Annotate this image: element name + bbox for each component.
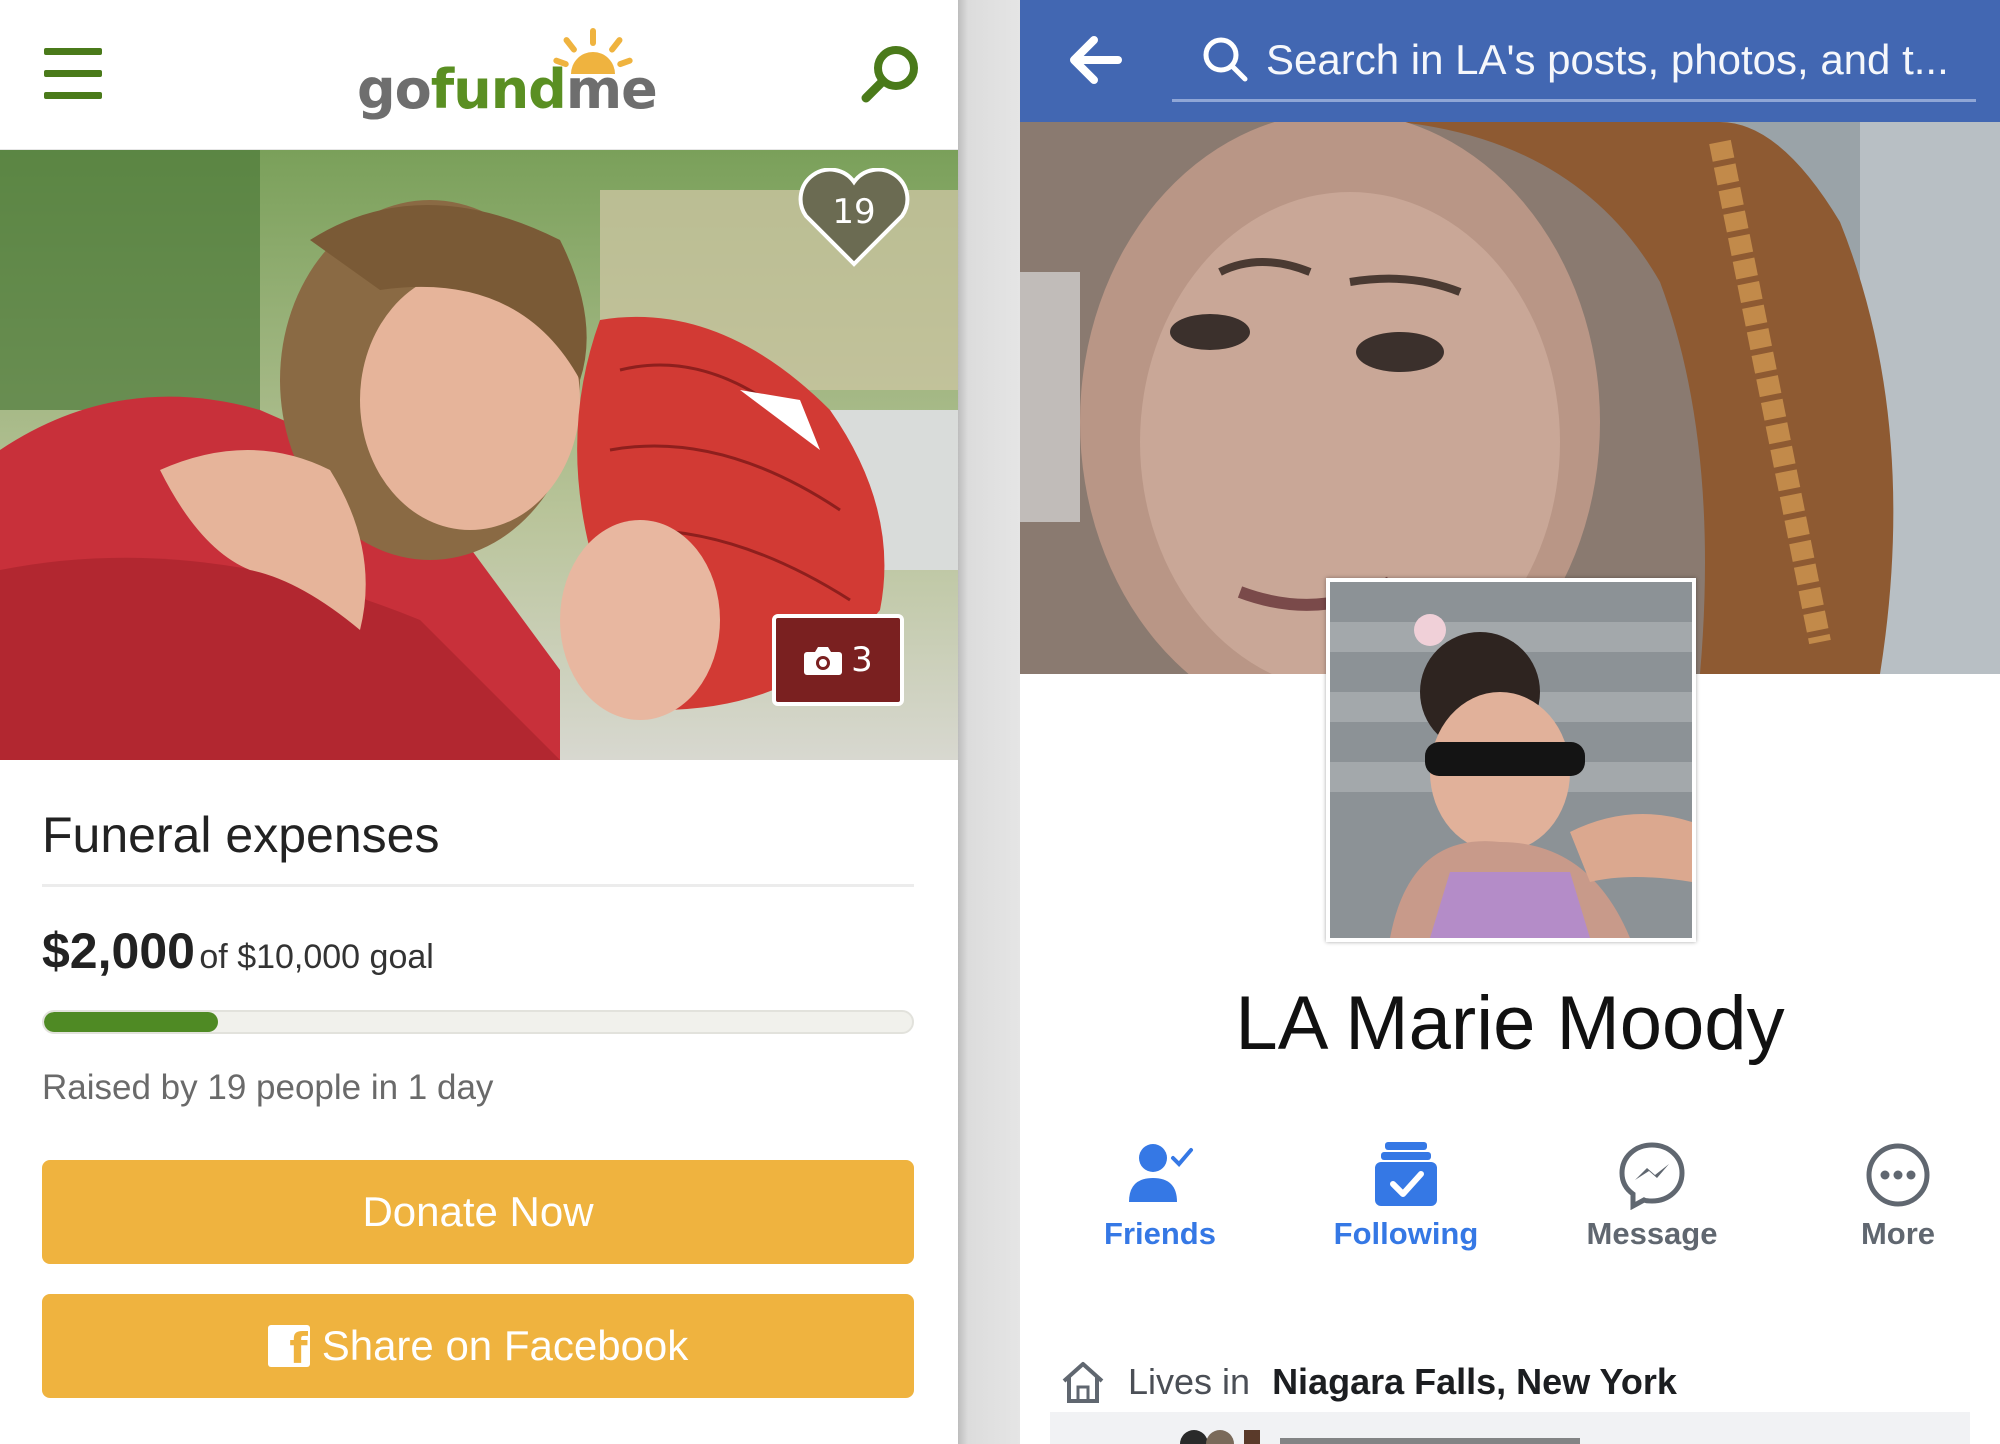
message-label: Message bbox=[1586, 1216, 1718, 1251]
logo-text-go: go bbox=[357, 58, 432, 121]
lives-in-prefix: Lives in bbox=[1128, 1361, 1251, 1402]
gofundme-logo[interactable]: gofundme bbox=[357, 28, 658, 123]
divider bbox=[42, 884, 914, 887]
raised-summary: $2,000 of $10,000 goal bbox=[42, 922, 434, 980]
goal-text: of $10,000 goal bbox=[199, 938, 434, 976]
panel-divider bbox=[958, 0, 1020, 1444]
gofundme-panel: gofundme 19 3 Funeral expenses $2,000 of… bbox=[0, 0, 960, 1444]
campaign-title: Funeral expenses bbox=[42, 807, 440, 863]
profile-picture[interactable] bbox=[1326, 578, 1696, 942]
lives-in-place[interactable]: Niagara Falls, New York bbox=[1272, 1361, 1677, 1403]
photo-count: 3 bbox=[851, 640, 873, 680]
photo-count-badge[interactable]: 3 bbox=[772, 614, 904, 706]
donate-now-label: Donate Now bbox=[362, 1188, 594, 1235]
following-check-icon bbox=[1375, 1142, 1437, 1206]
facebook-header: Search in LA's posts, photos, and t... bbox=[1020, 0, 2000, 122]
search-icon[interactable] bbox=[858, 42, 922, 106]
profile-actions: Friends Following Message More bbox=[1020, 1140, 2000, 1290]
share-on-facebook-label: Share on Facebook bbox=[321, 1322, 689, 1369]
heart-count: 19 bbox=[832, 192, 876, 232]
profile-name: LA Marie Moody bbox=[1235, 981, 1785, 1066]
messenger-icon bbox=[1619, 1142, 1685, 1210]
home-icon bbox=[1062, 1362, 1104, 1403]
more-label: More bbox=[1860, 1216, 1936, 1251]
gofundme-header: gofundme bbox=[0, 0, 960, 150]
hamburger-icon[interactable] bbox=[44, 48, 104, 100]
more-dots-icon bbox=[1866, 1143, 1930, 1207]
share-on-facebook-button[interactable]: f Share on Facebook bbox=[42, 1294, 914, 1398]
following-button[interactable]: Following bbox=[1306, 1140, 1506, 1252]
avatar-image bbox=[1330, 582, 1692, 938]
friend-avatars bbox=[1180, 1430, 1580, 1444]
facebook-panel: Search in LA's posts, photos, and t... L… bbox=[1020, 0, 2000, 1444]
donate-now-button[interactable]: Donate Now bbox=[42, 1160, 914, 1264]
campaign-hero-photo[interactable]: 19 3 bbox=[0, 150, 958, 760]
search-placeholder: Search in LA's posts, photos, and t... bbox=[1266, 36, 1949, 83]
progress-fill bbox=[44, 1012, 218, 1032]
back-arrow-icon[interactable] bbox=[1068, 34, 1124, 86]
camera-icon bbox=[804, 647, 843, 675]
following-label: Following bbox=[1333, 1216, 1479, 1251]
more-button[interactable]: More bbox=[1798, 1140, 1998, 1252]
message-button[interactable]: Message bbox=[1552, 1140, 1752, 1252]
friends-label: Friends bbox=[1104, 1216, 1216, 1251]
friends-check-icon bbox=[1129, 1144, 1193, 1202]
progress-bar bbox=[42, 1010, 914, 1034]
lives-in-row: Lives in Niagara Falls, New York bbox=[1060, 1352, 1677, 1412]
facebook-f-icon: f bbox=[267, 1324, 310, 1373]
raised-by-text: Raised by 19 people in 1 day bbox=[42, 1068, 494, 1107]
logo-text-fund: fund bbox=[430, 58, 567, 121]
friends-button[interactable]: Friends bbox=[1060, 1140, 1260, 1252]
search-icon bbox=[1203, 37, 1248, 82]
raised-amount: $2,000 bbox=[42, 923, 195, 979]
search-input[interactable]: Search in LA's posts, photos, and t... bbox=[1172, 24, 1976, 102]
logo-text-me: me bbox=[565, 58, 658, 121]
